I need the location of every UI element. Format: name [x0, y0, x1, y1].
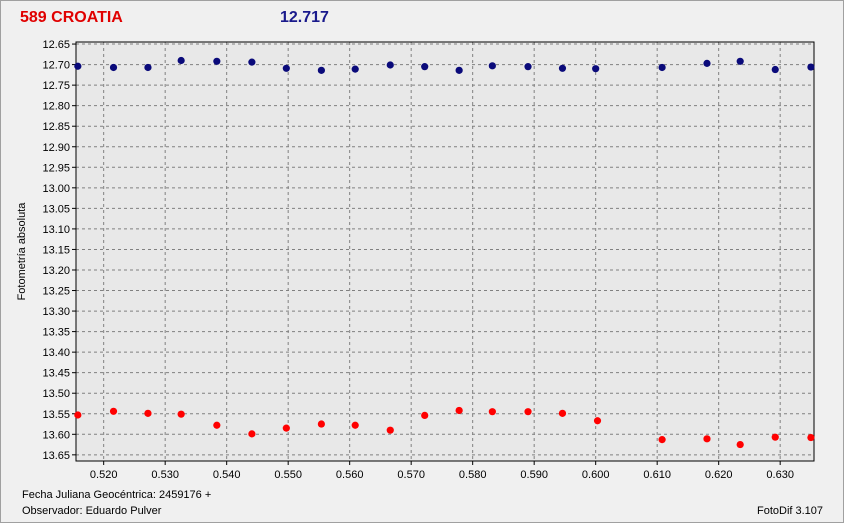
data-point-red — [488, 408, 496, 416]
data-point-blue — [144, 63, 152, 72]
data-point-red — [771, 433, 779, 441]
x-tick-label: 0.530 — [151, 469, 179, 481]
y-tick-label: 13.25 — [42, 286, 70, 298]
y-tick-label: 13.30 — [42, 306, 70, 318]
data-point-blue — [109, 63, 118, 72]
y-tick-label: 13.60 — [42, 429, 70, 441]
y-tick-label: 13.50 — [42, 388, 70, 400]
y-tick-label: 12.90 — [42, 142, 70, 154]
julian-date-label: Fecha Juliana Geocéntrica: 2459176 + — [22, 489, 212, 501]
data-point-red — [74, 411, 82, 419]
data-point-blue — [386, 61, 394, 69]
x-tick-label: 0.630 — [766, 469, 794, 481]
y-tick-label: 12.70 — [42, 60, 70, 72]
y-tick-label: 12.75 — [42, 80, 70, 92]
data-point-blue — [771, 65, 779, 74]
data-point-red — [386, 426, 394, 434]
data-point-blue — [421, 63, 429, 71]
data-point-red — [524, 408, 532, 416]
y-tick-label: 12.80 — [42, 101, 70, 113]
data-point-blue — [455, 66, 463, 74]
y-tick-label: 13.55 — [42, 409, 70, 421]
data-point-blue — [736, 57, 744, 65]
y-tick-label: 13.40 — [42, 347, 70, 359]
y-tick-label: 13.10 — [42, 224, 70, 236]
y-tick-label: 13.05 — [42, 203, 70, 215]
data-point-blue — [658, 63, 666, 72]
data-point-red — [282, 424, 290, 432]
data-point-red — [213, 421, 221, 429]
y-tick-label: 13.15 — [42, 244, 70, 256]
data-point-red — [593, 417, 602, 425]
data-point-blue — [807, 63, 815, 71]
data-point-blue — [248, 58, 256, 66]
data-point-red — [703, 435, 711, 443]
data-point-red — [736, 440, 744, 449]
data-point-blue — [592, 65, 600, 73]
data-point-blue — [351, 65, 359, 73]
data-point-red — [177, 410, 185, 418]
data-point-red — [109, 407, 118, 415]
x-tick-label: 0.540 — [213, 469, 241, 481]
x-tick-label: 0.560 — [336, 469, 364, 481]
x-tick-label: 0.620 — [705, 469, 733, 481]
data-point-blue — [488, 62, 496, 70]
data-point-red — [351, 421, 359, 429]
data-point-red — [807, 433, 815, 442]
y-tick-label: 13.00 — [42, 183, 70, 195]
data-point-blue — [524, 63, 532, 71]
x-tick-label: 0.590 — [520, 469, 548, 481]
y-tick-label: 12.65 — [42, 39, 70, 51]
data-point-blue — [213, 57, 221, 65]
data-point-blue — [282, 64, 290, 72]
software-label: FotoDif 3.107 — [757, 505, 824, 517]
x-tick-label: 0.580 — [459, 469, 487, 481]
y-tick-label: 13.45 — [42, 368, 70, 380]
y-tick-label: 13.65 — [42, 450, 70, 462]
x-tick-label: 0.600 — [582, 469, 610, 481]
data-point-blue — [558, 64, 567, 72]
data-point-red — [658, 436, 666, 444]
y-tick-label: 13.20 — [42, 265, 70, 277]
x-tick-label: 0.610 — [643, 469, 671, 481]
x-tick-label: 0.570 — [397, 469, 425, 481]
plot-area — [76, 42, 814, 461]
data-point-red — [455, 406, 463, 415]
y-axis-label: Fotometría absoluta — [16, 202, 28, 301]
data-point-red — [248, 430, 256, 438]
data-point-red — [144, 409, 152, 417]
data-point-blue — [74, 62, 82, 70]
data-point-blue — [177, 56, 185, 65]
y-tick-label: 12.95 — [42, 162, 70, 174]
data-point-red — [317, 420, 325, 428]
data-point-blue — [317, 66, 325, 74]
y-tick-label: 13.35 — [42, 327, 70, 339]
y-tick-label: 12.85 — [42, 121, 70, 133]
x-tick-label: 0.550 — [274, 469, 302, 481]
data-point-red — [421, 411, 429, 420]
photometry-chart: 12.65 12.70 12.75 12.80 12.85 12.90 12.95 13.00… — [16, 39, 815, 481]
data-point-red — [558, 409, 567, 417]
observer-label: Observador: Eduardo Pulver — [22, 505, 162, 517]
x-tick-label: 0.520 — [90, 469, 118, 481]
data-point-blue — [703, 59, 711, 67]
